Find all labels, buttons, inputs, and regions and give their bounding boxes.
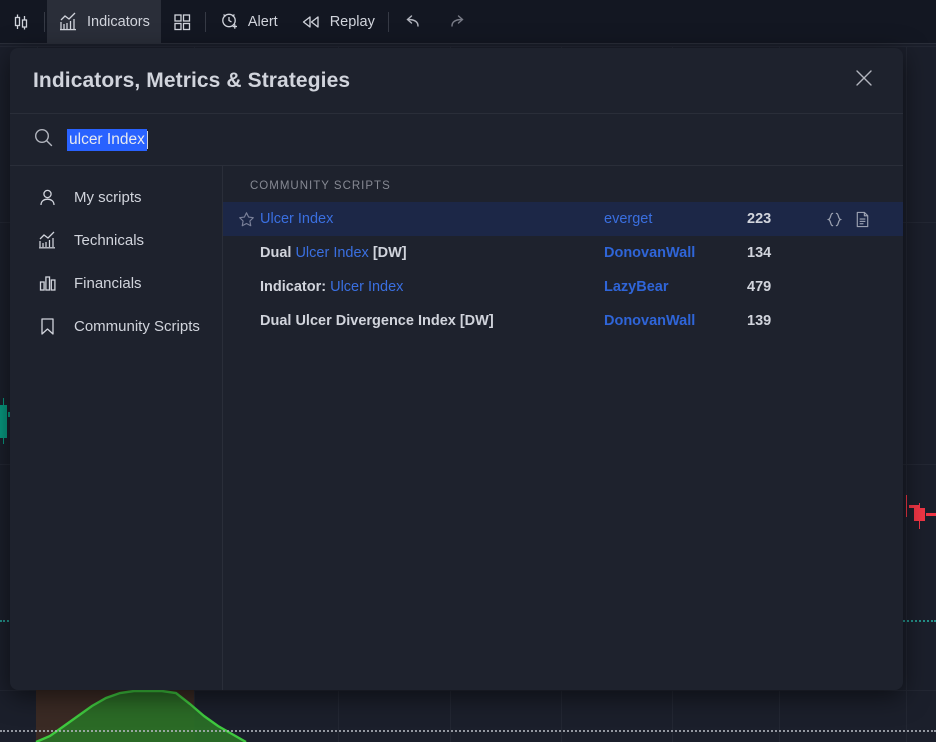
bookmark-icon <box>36 316 58 337</box>
toolbar-divider <box>388 12 389 32</box>
script-likes: 134 <box>747 245 825 261</box>
text-caret <box>147 131 148 149</box>
sidebar-item-label: Community Scripts <box>74 318 200 335</box>
indicator-area-chart <box>0 690 936 742</box>
page-title: Indicators, Metrics & Strategies <box>33 69 350 93</box>
top-toolbar: Indicators Alert Replay <box>0 0 936 44</box>
toolbar-redo-button[interactable] <box>435 0 479 44</box>
search-input-value: ulcer Index <box>67 129 147 151</box>
candlestick-icon <box>11 12 31 32</box>
script-author[interactable]: DonovanWall <box>604 313 747 329</box>
results-section-label: COMMUNITY SCRIPTS <box>223 172 903 202</box>
toolbar-indicators-button[interactable]: Indicators <box>47 0 161 44</box>
toolbar-replay-button[interactable]: Replay <box>289 0 386 44</box>
candlestick-down <box>914 508 925 521</box>
candlestick-up <box>0 405 7 438</box>
modal-sidebar: My scripts Technicals <box>10 166 223 690</box>
toolbar-alert-label: Alert <box>248 14 278 30</box>
toolbar-undo-button[interactable] <box>391 0 435 44</box>
table-row[interactable]: Indicator: Ulcer Index LazyBear 479 <box>223 270 903 304</box>
toolbar-divider <box>44 12 45 32</box>
modal-body: My scripts Technicals <box>10 166 903 690</box>
toolbar-indicators-label: Indicators <box>87 14 150 30</box>
sidebar-item-financials[interactable]: Financials <box>10 262 222 305</box>
toolbar-templates-button[interactable] <box>161 0 203 44</box>
candlestick-down <box>906 495 907 517</box>
indicators-chart-icon <box>58 11 79 32</box>
sidebar-item-label: Financials <box>74 275 142 292</box>
table-row[interactable]: Ulcer Index everget 223 <box>223 202 903 236</box>
chart-gridline-v <box>906 46 907 742</box>
person-icon <box>36 187 58 208</box>
indicator-pane[interactable] <box>0 690 936 742</box>
sidebar-item-technicals[interactable]: Technicals <box>10 219 222 262</box>
title-match: Ulcer Index <box>295 245 368 261</box>
script-title: Indicator: Ulcer Index <box>260 279 604 295</box>
star-outline-icon[interactable] <box>232 211 260 228</box>
technicals-chart-icon <box>36 230 58 251</box>
title-match: Ulcer Index <box>260 211 333 227</box>
sidebar-item-my-scripts[interactable]: My scripts <box>10 176 222 219</box>
script-likes: 223 <box>747 211 825 227</box>
toolbar-divider <box>205 12 206 32</box>
title-prefix: Dual Ulcer Divergence Index [DW] <box>260 313 494 329</box>
table-row[interactable]: Dual Ulcer Index [DW] DonovanWall 134 <box>223 236 903 270</box>
undo-arrow-icon <box>402 12 424 32</box>
script-likes: 139 <box>747 313 825 329</box>
alarm-clock-plus-icon <box>219 11 240 32</box>
script-title: Ulcer Index <box>260 211 604 227</box>
sidebar-item-label: Technicals <box>74 232 144 249</box>
script-title: Dual Ulcer Divergence Index [DW] <box>260 313 604 329</box>
close-icon <box>853 67 875 94</box>
grid-squares-icon <box>172 12 192 32</box>
script-author[interactable]: LazyBear <box>604 279 747 295</box>
candlestick-down <box>926 513 936 516</box>
row-actions <box>825 210 887 229</box>
script-likes: 479 <box>747 279 825 295</box>
script-author[interactable]: everget <box>604 211 747 227</box>
close-button[interactable] <box>847 64 881 98</box>
script-title: Dual Ulcer Index [DW] <box>260 245 604 261</box>
toolbar-replay-label: Replay <box>330 14 375 30</box>
toolbar-alert-button[interactable]: Alert <box>208 0 289 44</box>
sidebar-item-label: My scripts <box>74 189 142 206</box>
replay-rewind-icon <box>300 12 322 32</box>
description-document-icon[interactable] <box>854 210 871 229</box>
toolbar-chart-type-button[interactable] <box>0 0 42 44</box>
sidebar-item-community-scripts[interactable]: Community Scripts <box>10 305 222 348</box>
modal-header: Indicators, Metrics & Strategies <box>10 48 903 114</box>
indicator-baseline-dotted <box>0 730 936 732</box>
title-prefix: Dual <box>260 245 295 261</box>
table-row[interactable]: Dual Ulcer Divergence Index [DW] Donovan… <box>223 304 903 338</box>
search-input[interactable]: ulcer Index <box>67 129 880 151</box>
title-match: Ulcer Index <box>330 279 403 295</box>
redo-arrow-icon <box>446 12 468 32</box>
title-prefix: Indicator: <box>260 279 330 295</box>
search-icon <box>33 127 54 153</box>
bar-chart-icon <box>36 273 58 294</box>
indicators-modal: Indicators, Metrics & Strategies ulcer I… <box>10 48 903 690</box>
search-bar[interactable]: ulcer Index <box>10 114 903 166</box>
script-author[interactable]: DonovanWall <box>604 245 747 261</box>
results-list: COMMUNITY SCRIPTS Ulcer Index everget 22… <box>223 166 903 690</box>
chart-gridline-h <box>0 46 936 47</box>
source-code-icon[interactable] <box>825 210 844 229</box>
title-suffix: [DW] <box>369 245 407 261</box>
